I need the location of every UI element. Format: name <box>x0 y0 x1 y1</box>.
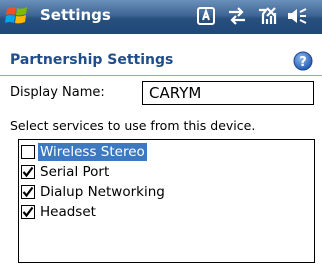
service-label: Headset <box>40 204 96 220</box>
list-item-serial-port[interactable]: Serial Port <box>21 162 111 182</box>
display-name-field[interactable]: CARYM <box>142 81 314 105</box>
checkmark-icon <box>22 206 34 218</box>
help-icon[interactable]: ? <box>293 51 313 71</box>
keyboard-lock-icon[interactable] <box>196 5 218 27</box>
header-divider <box>0 75 322 76</box>
checkmark-icon <box>22 186 34 198</box>
status-icons <box>196 5 308 27</box>
list-item-dialup-networking[interactable]: Dialup Networking <box>21 182 167 202</box>
services-instruction: Select services to use from this device. <box>10 118 256 133</box>
service-label: Wireless Stereo <box>38 143 147 161</box>
services-list[interactable]: Wireless Stereo Serial Port Dialup Netwo… <box>18 139 315 263</box>
app-title: Settings <box>40 6 111 24</box>
title-bar: Settings <box>0 0 322 34</box>
page-header: Partnership Settings ? <box>0 47 322 75</box>
svg-text:?: ? <box>299 55 307 70</box>
speaker-muted-icon[interactable] <box>286 5 308 27</box>
windows-flag-icon[interactable] <box>4 3 31 30</box>
service-label: Serial Port <box>40 164 110 180</box>
no-signal-icon[interactable] <box>256 5 278 27</box>
connectivity-arrows-icon[interactable] <box>226 5 248 27</box>
headset-checkbox[interactable] <box>21 205 35 219</box>
display-name-label: Display Name: <box>10 85 105 100</box>
dialup-networking-checkbox[interactable] <box>21 185 35 199</box>
list-item-headset[interactable]: Headset <box>21 202 98 222</box>
list-item-wireless-stereo[interactable]: Wireless Stereo <box>21 142 147 162</box>
page-title: Partnership Settings <box>10 52 174 68</box>
checkmark-icon <box>22 166 34 178</box>
serial-port-checkbox[interactable] <box>21 165 35 179</box>
service-label: Dialup Networking <box>40 184 165 200</box>
wireless-stereo-checkbox[interactable] <box>21 145 35 159</box>
